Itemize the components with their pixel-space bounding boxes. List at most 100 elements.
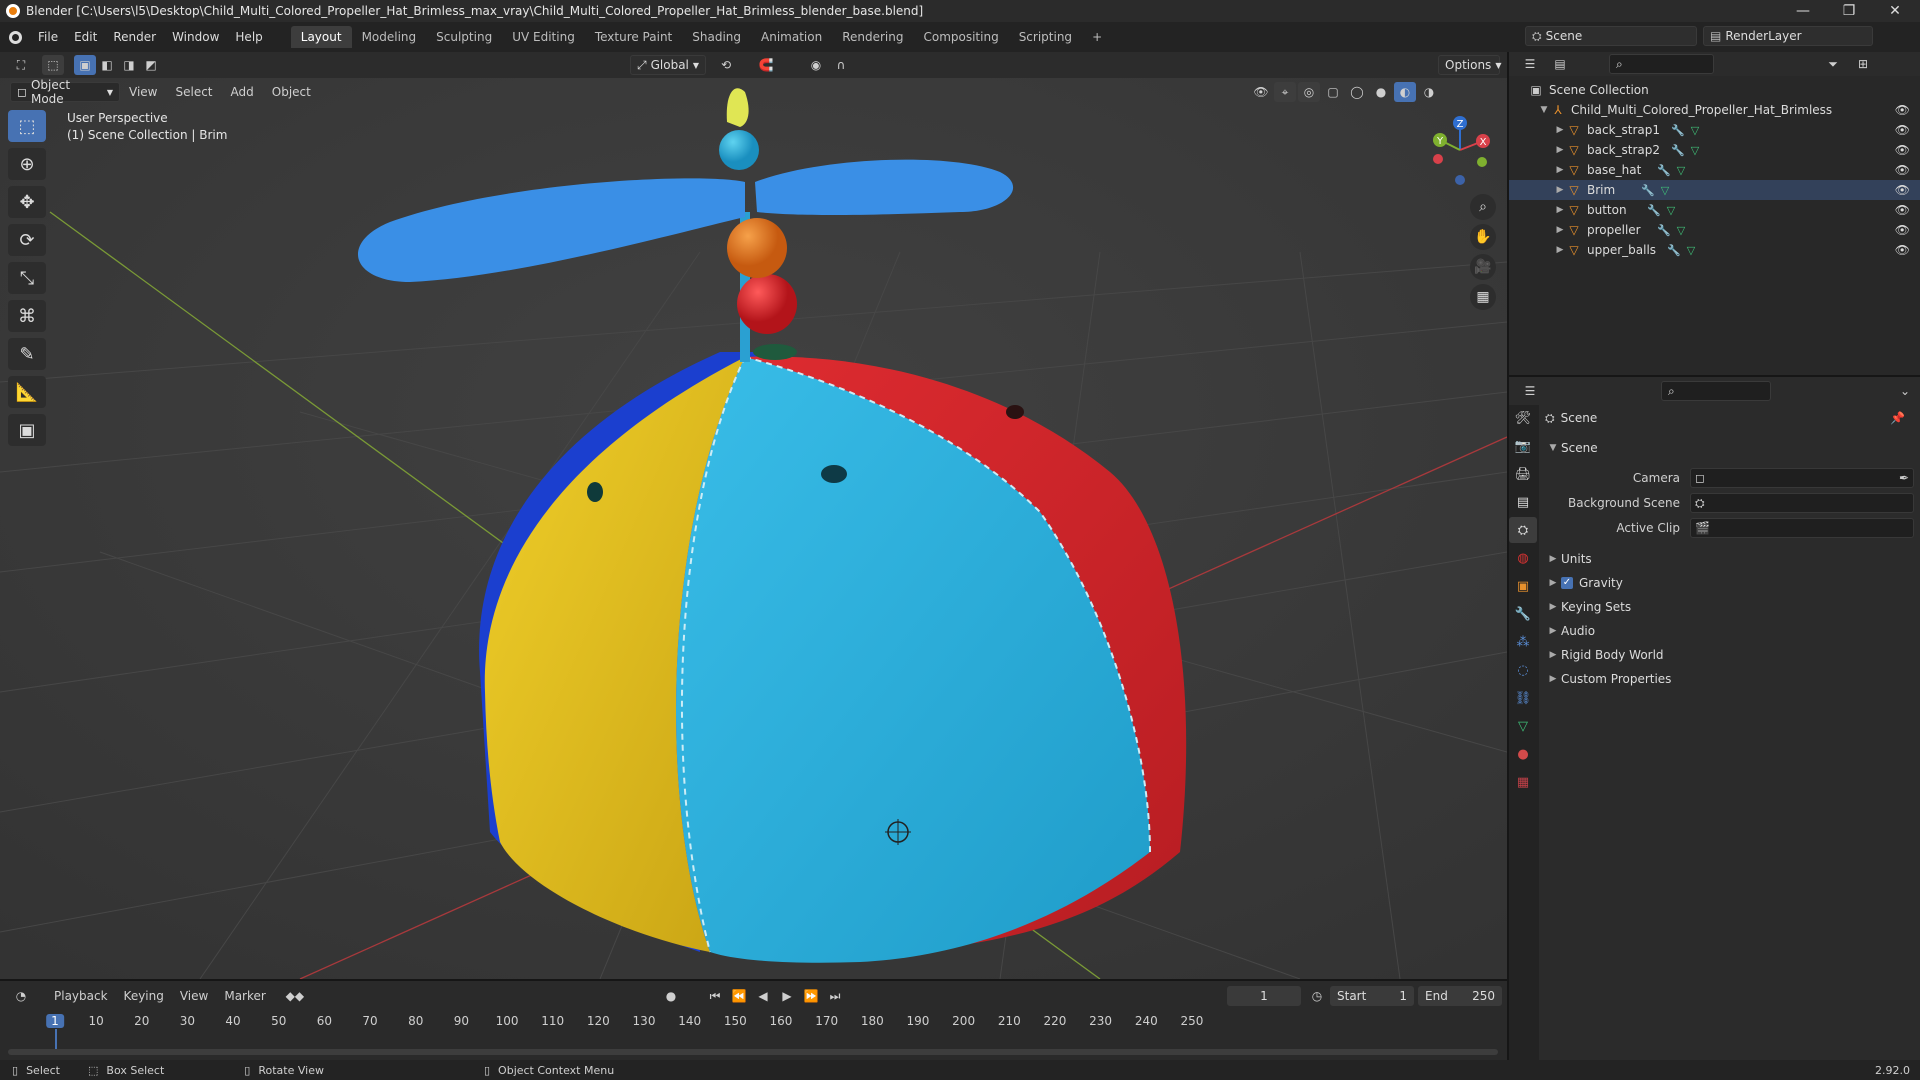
timeline-ruler[interactable]: 1 10 20 30 40 50 60 70 80 90 100 110 120 130 140 150 160… — [10, 1011, 1500, 1053]
maximize-button[interactable]: ❐ — [1826, 0, 1872, 22]
timeline-menu-view[interactable]: View — [172, 989, 216, 1003]
rendered-shading-icon[interactable]: ◑ — [1418, 82, 1440, 102]
viewport-menu-object[interactable]: Object — [263, 85, 320, 99]
audio-panel-header[interactable]: ▶ Audio — [1545, 620, 1915, 642]
clock-icon[interactable]: ◷ — [1306, 986, 1328, 1006]
outliner-display-mode-icon[interactable]: ▤ — [1549, 54, 1571, 74]
outliner-editor-type-icon[interactable]: ☰ — [1519, 54, 1541, 74]
menu-file[interactable]: File — [30, 30, 66, 44]
start-frame-field[interactable]: Start 1 — [1330, 986, 1414, 1006]
outliner-item[interactable]: ▶ ▽ back_strap1 🔧 ▽ 👁 — [1509, 120, 1920, 140]
background-scene-field[interactable]: ⛭ — [1690, 493, 1914, 513]
rigid-body-world-panel-header[interactable]: ▶ Rigid Body World — [1545, 644, 1915, 666]
editor-type-icon[interactable]: ⛶ — [10, 55, 32, 75]
outliner-item[interactable]: ▶ ▽ propeller 🔧 ▽ 👁 — [1509, 220, 1920, 240]
xray-icon[interactable]: ▢ — [1322, 82, 1344, 102]
visibility-eye-icon[interactable]: 👁 — [1895, 243, 1910, 257]
expand-arrow-icon[interactable]: ▶ — [1545, 674, 1561, 684]
ortho-toggle-icon[interactable]: ▦ — [1470, 284, 1496, 310]
workspace-tab-compositing[interactable]: Compositing — [913, 26, 1008, 48]
minimize-button[interactable]: — — [1780, 0, 1826, 22]
outliner-item[interactable]: ▶ ▽ button 🔧 ▽ 👁 — [1509, 200, 1920, 220]
workspace-tab-uv-editing[interactable]: UV Editing — [502, 26, 585, 48]
select-box-tool-icon[interactable]: ⬚ — [8, 110, 46, 142]
camera-view-icon[interactable]: 🎥 — [1470, 254, 1496, 280]
render-layer-selector[interactable]: ▤ RenderLayer — [1703, 26, 1873, 46]
expand-arrow-icon[interactable]: ▶ — [1545, 554, 1561, 564]
wireframe-shading-icon[interactable]: ◯ — [1346, 82, 1368, 102]
workspace-tab-rendering[interactable]: Rendering — [832, 26, 913, 48]
transform-orientation-dropdown[interactable]: ⤢ Global ▼ — [630, 55, 706, 75]
workspace-tab-shading[interactable]: Shading — [682, 26, 751, 48]
viewport-menu-view[interactable]: View — [120, 85, 166, 99]
expand-arrow-icon[interactable]: ▶ — [1553, 245, 1567, 255]
visibility-icon[interactable]: 👁 — [1250, 82, 1272, 102]
3d-viewport[interactable] — [0, 52, 1507, 979]
cursor-tool-icon[interactable]: ⊕ — [8, 148, 46, 180]
zoom-view-icon[interactable]: ⌕ — [1470, 194, 1496, 220]
expand-arrow-icon[interactable]: ▶ — [1545, 602, 1561, 612]
properties-search-input[interactable]: ⌕ — [1661, 381, 1771, 401]
options-dropdown[interactable]: Options ▼ — [1438, 55, 1501, 75]
solid-shading-icon[interactable]: ● — [1370, 82, 1392, 102]
active-clip-field[interactable]: 🎬 — [1690, 518, 1914, 538]
scene-panel-header[interactable]: ▼ Scene — [1545, 437, 1915, 459]
blender-menu-icon[interactable] — [0, 30, 30, 44]
material-tab-icon[interactable]: ● — [1509, 741, 1537, 767]
move-tool-icon[interactable]: ✥ — [8, 186, 46, 218]
view-layer-tab-icon[interactable]: ▤ — [1509, 489, 1537, 515]
gizmo-toggle-icon[interactable]: ⌖ — [1274, 82, 1296, 102]
timeline-menu-marker[interactable]: Marker — [216, 989, 273, 1003]
modifier-tab-icon[interactable]: 🔧 — [1509, 601, 1537, 627]
units-panel-header[interactable]: ▶ Units — [1545, 548, 1915, 570]
expand-arrow-icon[interactable]: ▶ — [1553, 225, 1567, 235]
select-tool-icon[interactable]: ⬚ — [42, 55, 64, 75]
auto-keying-icon[interactable]: ● — [660, 986, 682, 1006]
end-frame-field[interactable]: End 250 — [1418, 986, 1502, 1006]
jump-end-icon[interactable]: ⏭ — [824, 986, 846, 1006]
visibility-eye-icon[interactable]: 👁 — [1895, 183, 1910, 197]
expand-arrow-icon[interactable]: ▶ — [1553, 145, 1567, 155]
navigation-gizmo[interactable]: Z X Y — [1420, 105, 1500, 195]
particles-tab-icon[interactable]: ⁂ — [1509, 629, 1537, 655]
visibility-eye-icon[interactable]: 👁 — [1895, 103, 1910, 117]
expand-arrow-icon[interactable]: ▶ — [1545, 626, 1561, 636]
outliner-item[interactable]: ▶ ▽ base_hat 🔧 ▽ 👁 — [1509, 160, 1920, 180]
snap-icon[interactable]: 🧲 — [755, 55, 777, 75]
texture-tab-icon[interactable]: ▦ — [1509, 769, 1537, 795]
close-window-button[interactable]: ✕ — [1872, 0, 1918, 22]
outliner-item[interactable]: ▶ ▽ upper_balls 🔧 ▽ 👁 — [1509, 240, 1920, 260]
workspace-tab-animation[interactable]: Animation — [751, 26, 832, 48]
outliner-search-input[interactable]: ⌕ — [1609, 54, 1714, 74]
jump-key-forward-icon[interactable]: ⏩ — [800, 986, 822, 1006]
visibility-eye-icon[interactable]: 👁 — [1895, 203, 1910, 217]
object-tab-icon[interactable]: ▣ — [1509, 573, 1537, 599]
outliner-item[interactable]: ▶ ▽ back_strap2 🔧 ▽ 👁 — [1509, 140, 1920, 160]
expand-arrow-icon[interactable]: ▼ — [1537, 105, 1551, 115]
timeline-editor-type-icon[interactable]: ◔ — [10, 986, 32, 1006]
select-mode-new-icon[interactable]: ▣ — [74, 55, 96, 75]
physics-tab-icon[interactable]: ◌ — [1509, 657, 1537, 683]
jump-key-back-icon[interactable]: ⏪ — [728, 986, 750, 1006]
scale-tool-icon[interactable]: ⤡ — [8, 262, 46, 294]
expand-arrow-icon[interactable]: ▶ — [1553, 125, 1567, 135]
add-cube-tool-icon[interactable]: ▣ — [8, 414, 46, 446]
workspace-tab-modeling[interactable]: Modeling — [352, 26, 427, 48]
expand-arrow-icon[interactable]: ▶ — [1553, 185, 1567, 195]
keying-sets-panel-header[interactable]: ▶ Keying Sets — [1545, 596, 1915, 618]
timeline-scrollbar[interactable] — [8, 1049, 1498, 1055]
workspace-tab-sculpting[interactable]: Sculpting — [426, 26, 502, 48]
viewport-menu-select[interactable]: Select — [166, 85, 221, 99]
material-shading-icon[interactable]: ◐ — [1394, 82, 1416, 102]
pin-icon[interactable]: 📌 — [1890, 411, 1905, 425]
properties-options-icon[interactable]: ⌄ — [1894, 381, 1916, 401]
scene-tab-icon[interactable]: ⛭ — [1509, 517, 1537, 543]
tool-tab-icon[interactable]: 🛠 — [1509, 405, 1537, 431]
gravity-checkbox[interactable]: ✓ — [1561, 577, 1573, 589]
pan-view-icon[interactable]: ✋ — [1470, 224, 1496, 250]
rotate-tool-icon[interactable]: ⟳ — [8, 224, 46, 256]
scene-selector[interactable]: ⛭ Scene — [1525, 26, 1697, 46]
proportional-editing-icon[interactable]: ◉ — [805, 55, 827, 75]
expand-arrow-icon[interactable]: ▶ — [1553, 205, 1567, 215]
expand-arrow-icon[interactable]: ▶ — [1553, 165, 1567, 175]
